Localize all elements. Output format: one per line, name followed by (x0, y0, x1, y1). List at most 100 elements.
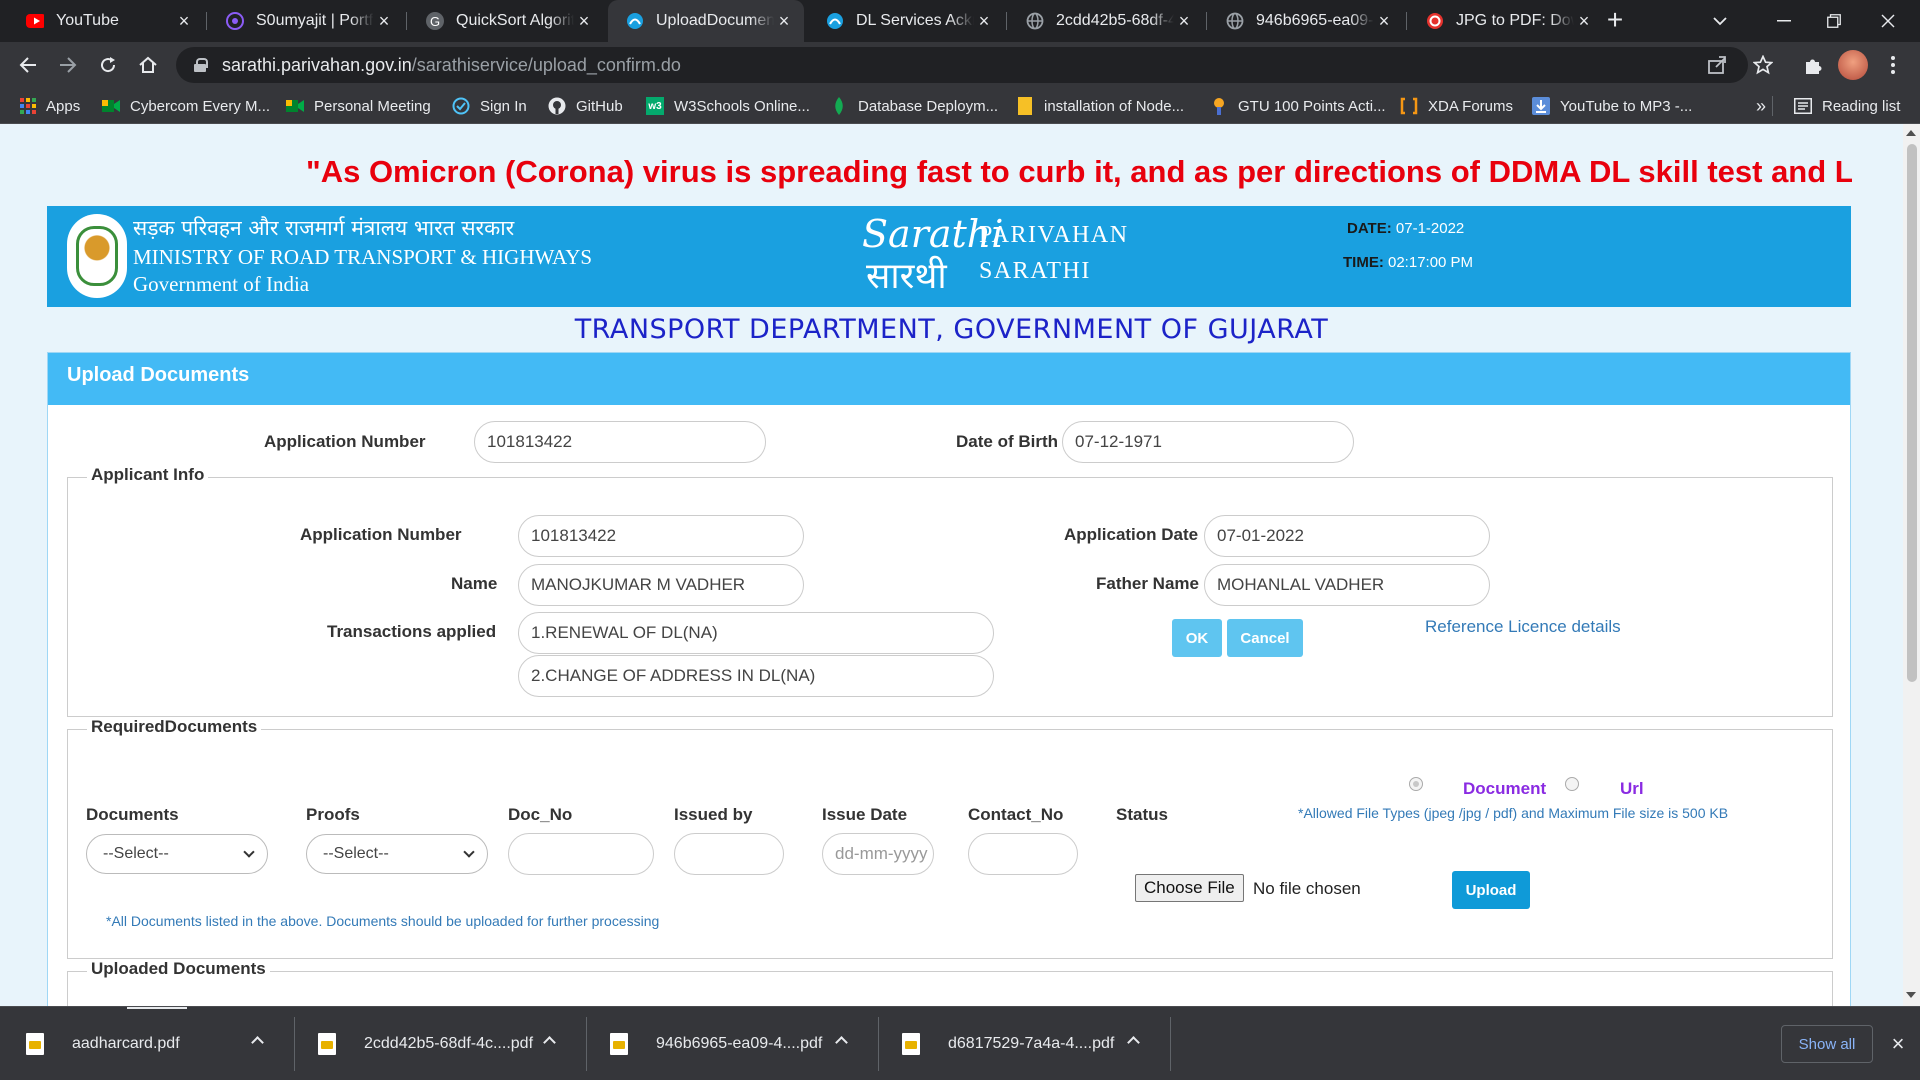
bookmark-xda[interactable]: XDA Forums (1400, 88, 1513, 124)
bookmark-node[interactable]: installation of Node... (1016, 88, 1184, 124)
download-item[interactable]: 946b6965-ea09-4....pdf (584, 1017, 874, 1071)
extensions-icon[interactable] (1798, 50, 1828, 80)
chevron-up-icon[interactable] (1127, 1036, 1140, 1049)
name-field[interactable]: MANOJKUMAR M VADHER (518, 564, 804, 606)
meet-icon (286, 97, 304, 115)
transaction-item[interactable]: 1.RENEWAL OF DL(NA) (518, 612, 994, 654)
choose-file-button[interactable]: Choose File (1135, 874, 1244, 902)
share-icon[interactable] (1706, 55, 1728, 77)
doc-no-input[interactable] (508, 833, 654, 875)
department-title: TRANSPORT DEPARTMENT, GOVERNMENT OF GUJA… (574, 314, 1329, 345)
chevron-up-icon[interactable] (251, 1036, 264, 1049)
menu-kebab-icon[interactable] (1878, 50, 1908, 80)
close-window-icon[interactable] (1856, 0, 1920, 42)
dob-field[interactable]: 07-12-1971 (1062, 421, 1354, 463)
tab-search-chevron-icon[interactable] (1688, 0, 1752, 42)
ilovepdf-icon (1426, 12, 1444, 30)
download-filename: 946b6965-ea09-4....pdf (656, 1035, 823, 1052)
panel-title: Upload Documents (48, 353, 1850, 405)
tab-quicksort[interactable]: G QuickSort Algorit × (408, 0, 604, 42)
applicant-application-number-field[interactable]: 101813422 (518, 515, 804, 557)
close-tab-icon[interactable]: × (1374, 11, 1394, 31)
show-all-downloads-button[interactable]: Show all (1781, 1025, 1873, 1063)
close-tab-icon[interactable]: × (1574, 11, 1594, 31)
new-tab-button[interactable]: + (1598, 4, 1632, 38)
application-number-field[interactable]: 101813422 (474, 421, 766, 463)
bookmark-gtu[interactable]: GTU 100 Points Acti... (1210, 88, 1386, 124)
bookmark-cybercom[interactable]: Cybercom Every M... (102, 88, 270, 124)
ok-button[interactable]: OK (1172, 619, 1222, 657)
bookmark-apps[interactable]: Apps (20, 88, 80, 124)
page-scrollbar[interactable] (1903, 124, 1920, 1006)
address-bar[interactable]: sarathi.parivahan.gov.in/sarathiservice/… (176, 47, 1748, 83)
tab-pdf-2cdd[interactable]: 2cdd42b5-68df-4 × (1008, 0, 1204, 42)
reading-list-button[interactable]: Reading list (1794, 88, 1900, 124)
forward-icon[interactable] (52, 49, 84, 81)
download-icon (1532, 97, 1550, 115)
close-shelf-icon[interactable]: × (1883, 1029, 1913, 1059)
tab-youtube[interactable]: YouTube × (8, 0, 204, 42)
chevron-up-icon[interactable] (835, 1036, 848, 1049)
profile-avatar[interactable] (1838, 50, 1868, 80)
pdf-file-icon (902, 1033, 920, 1055)
transaction-item[interactable]: 2.CHANGE OF ADDRESS IN DL(NA) (518, 655, 994, 697)
download-item[interactable]: aadharcard.pdf (0, 1017, 290, 1071)
application-date-field[interactable]: 07-01-2022 (1204, 515, 1490, 557)
cancel-button[interactable]: Cancel (1227, 619, 1303, 657)
chevron-up-icon[interactable] (543, 1036, 556, 1049)
bookmark-github[interactable]: GitHub (548, 88, 623, 124)
home-icon[interactable] (132, 49, 164, 81)
tab-upload-document[interactable]: UploadDocument × (608, 0, 804, 42)
meet-icon (102, 97, 120, 115)
bookmark-youtube-mp3[interactable]: YouTube to MP3 -... (1532, 88, 1692, 124)
reload-icon[interactable] (92, 49, 124, 81)
document-radio-label: Document (1463, 779, 1547, 798)
reading-list-icon (1794, 97, 1812, 115)
bookmark-database[interactable]: Database Deploym... (830, 88, 998, 124)
father-name-field[interactable]: MOHANLAL VADHER (1204, 564, 1490, 606)
proofs-select[interactable]: --Select-- (306, 834, 488, 874)
application-number-label: Application Number (264, 432, 426, 451)
close-tab-icon[interactable]: × (574, 11, 594, 31)
upload-button[interactable]: Upload (1452, 871, 1530, 909)
contact-no-input[interactable] (968, 833, 1078, 875)
issue-date-input[interactable]: dd-mm-yyyy (822, 833, 934, 875)
scrollbar-thumb[interactable] (1907, 144, 1917, 682)
sarathi-icon (826, 12, 844, 30)
required-documents-legend: RequiredDocuments (87, 717, 262, 737)
url-radio[interactable] (1565, 777, 1579, 791)
scroll-up-arrow[interactable] (1906, 130, 1916, 136)
tab-jpg-to-pdf[interactable]: JPG to PDF: Down × (1408, 0, 1604, 42)
col-documents: Documents (86, 805, 179, 824)
tab-dl-services[interactable]: DL Services Ackn × (808, 0, 1004, 42)
w3schools-icon: w3 (646, 97, 664, 115)
close-tab-icon[interactable]: × (974, 11, 994, 31)
bookmark-sign-in[interactable]: Sign In (452, 88, 527, 124)
bookmark-personal-meeting[interactable]: Personal Meeting (286, 88, 431, 124)
lock-icon[interactable] (194, 58, 208, 72)
close-tab-icon[interactable]: × (374, 11, 394, 31)
tab-title: DL Services Ackn (856, 12, 974, 29)
close-tab-icon[interactable]: × (774, 11, 794, 31)
back-icon[interactable] (12, 49, 44, 81)
document-radio[interactable] (1409, 777, 1423, 791)
issued-by-input[interactable] (674, 833, 784, 875)
bookmark-star-icon[interactable] (1748, 50, 1778, 80)
documents-footer-note: *All Documents listed in the above. Docu… (106, 913, 660, 929)
tab-portfolio[interactable]: S0umyajit | Portfo × (208, 0, 404, 42)
bookmark-w3schools[interactable]: w3 W3Schools Online... (646, 88, 810, 124)
pdf-file-icon (26, 1033, 44, 1055)
documents-select[interactable]: --Select-- (86, 834, 268, 874)
scroll-down-arrow[interactable] (1906, 992, 1916, 998)
page-viewport: "As Omicron (Corona) virus is spreading … (0, 124, 1903, 1006)
dob-label: Date of Birth (956, 432, 1058, 451)
tab-pdf-946b[interactable]: 946b6965-ea09-4 × (1208, 0, 1404, 42)
close-tab-icon[interactable]: × (1174, 11, 1194, 31)
download-item[interactable]: 2cdd42b5-68df-4c....pdf (292, 1017, 582, 1071)
apps-grid-icon (20, 98, 36, 114)
close-tab-icon[interactable]: × (174, 11, 194, 31)
reference-licence-link[interactable]: Reference Licence details (1425, 617, 1621, 637)
download-filename: 2cdd42b5-68df-4c....pdf (364, 1035, 534, 1052)
download-item[interactable]: d6817529-7a4a-4....pdf (876, 1017, 1166, 1071)
bookmarks-overflow-chevron[interactable]: » (1756, 88, 1766, 124)
